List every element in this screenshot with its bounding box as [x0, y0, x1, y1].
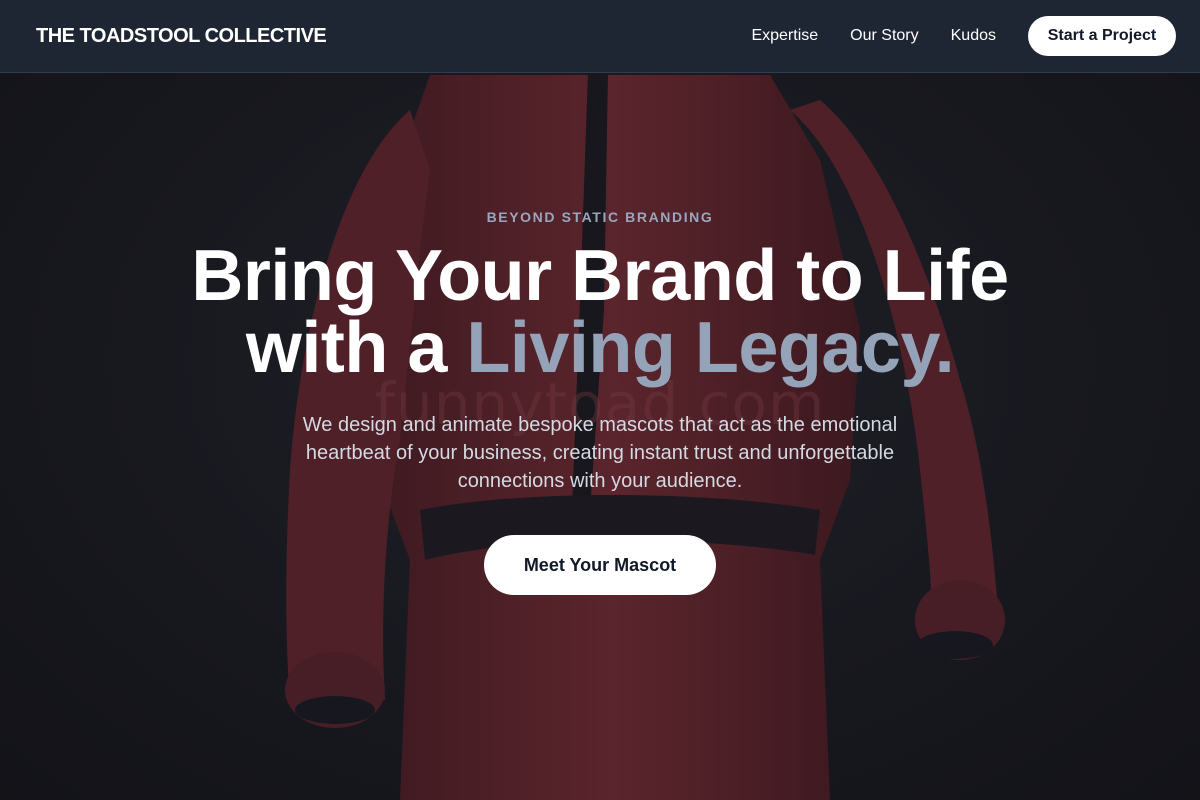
- hero-eyebrow: BEYOND STATIC BRANDING: [486, 209, 714, 225]
- hero-section: BEYOND STATIC BRANDING Bring Your Brand …: [0, 0, 1200, 800]
- headline-accent: Living Legacy.: [466, 308, 955, 388]
- hero-subtext: We design and animate bespoke mascots th…: [302, 414, 898, 492]
- meet-your-mascot-button[interactable]: Meet Your Mascot: [484, 535, 716, 595]
- hero-headline: Bring Your Brand to Life with a Living L…: [0, 240, 1200, 384]
- headline-line-2-prefix: with a: [245, 308, 467, 388]
- headline-line-1: Bring Your Brand to Life: [191, 236, 1009, 316]
